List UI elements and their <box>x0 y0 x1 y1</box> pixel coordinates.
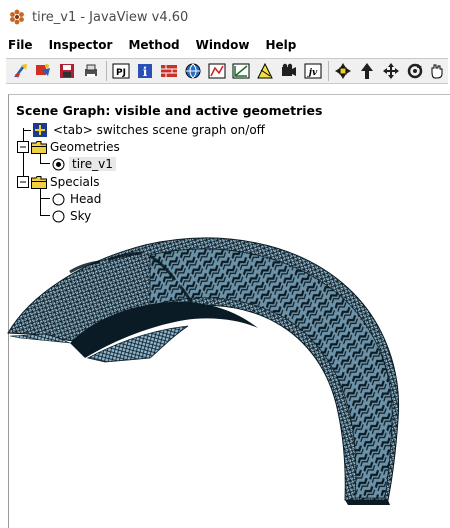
tree-group-specials[interactable]: Specials <box>17 174 100 190</box>
tree-item-sky[interactable]: Sky <box>52 208 91 224</box>
radio-selected-icon[interactable] <box>52 158 65 171</box>
tree-item-label: Head <box>70 192 102 206</box>
tree-line <box>40 188 41 216</box>
radio-unselected-icon[interactable] <box>52 193 65 206</box>
radio-unselected-icon[interactable] <box>52 210 65 223</box>
tree-item-label: tire_v1 <box>69 157 116 171</box>
scene-graph-hint: <tab> switches scene graph on/off <box>53 123 265 137</box>
tree-item-label: Sky <box>70 209 92 223</box>
tree-line <box>40 198 50 199</box>
scene-graph-title: Scene Graph: visible and active geometri… <box>16 103 323 118</box>
tab-key-icon <box>33 123 47 137</box>
tree-group-label: Specials <box>50 175 100 189</box>
tree-line <box>40 163 50 164</box>
tree-item-tire-v1[interactable]: tire_v1 <box>52 156 116 172</box>
collapse-toggle-icon[interactable] <box>17 176 29 188</box>
folder-open-icon <box>31 175 47 189</box>
scene-graph-hint-row: <tab> switches scene graph on/off <box>33 122 265 138</box>
tree-line <box>23 130 31 131</box>
folder-open-icon <box>31 140 47 154</box>
tree-line <box>40 215 50 216</box>
tree-group-geometries[interactable]: Geometries <box>17 139 120 155</box>
tree-item-head[interactable]: Head <box>52 191 101 207</box>
tire-mesh-render[interactable] <box>0 0 450 527</box>
collapse-toggle-icon[interactable] <box>17 141 29 153</box>
tree-group-label: Geometries <box>50 140 120 154</box>
